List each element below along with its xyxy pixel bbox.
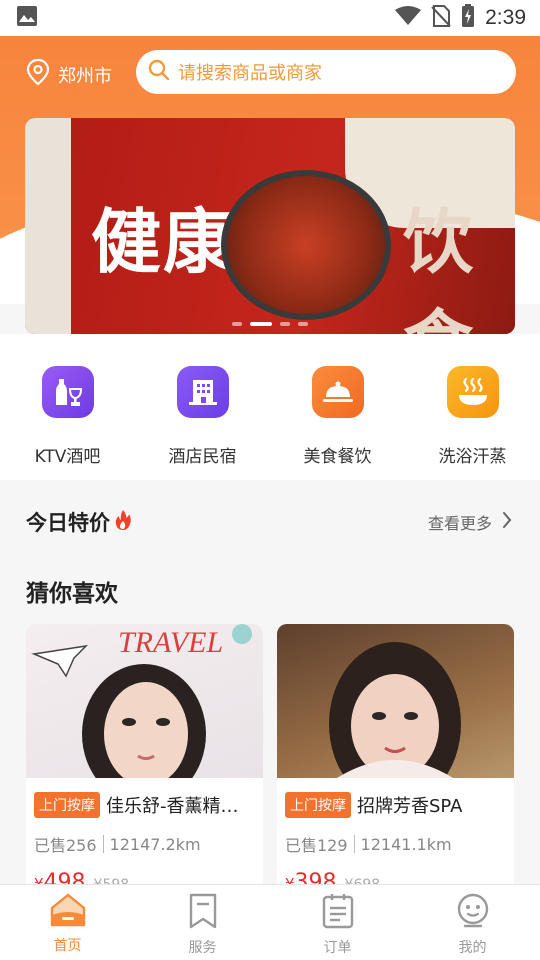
clock: 2:39 [485,6,526,29]
hotel-icon [176,366,229,418]
banner-headline-left: 健康 [91,205,235,282]
service-card[interactable]: TRAVEL 上门按摩 佳乐舒-香薰精油… 已售256 12147.2km 49… [26,624,263,914]
tab-profile[interactable]: 我的 [405,885,540,960]
service-photo [277,624,514,778]
category-hotel[interactable]: 酒店民宿 [135,334,270,480]
service-title-row: 上门按摩 招牌芳香SPA [285,792,506,818]
category-label: KTV酒吧 [34,447,101,467]
search-placeholder: 请搜索商品或商家 [178,63,322,84]
chevron-right-icon [502,511,512,533]
pager-dot[interactable] [298,322,308,326]
city-label: 郑州市 [58,65,112,87]
tab-home[interactable]: 首页 [0,885,135,960]
bath-icon [446,366,499,418]
meta-divider [102,835,104,853]
bottom-tab-bar: 首页 服务 订单 我的 [0,884,540,960]
service-name: 招牌芳香SPA [357,796,463,817]
guess-you-like-title: 猜你喜欢 [26,581,118,607]
category-label: 洗浴汗蒸 [438,447,507,467]
wine-icon [41,366,94,418]
service-meta: 已售256 12147.2km [34,832,255,856]
today-deals-header: 今日特价 查看更多 [0,492,540,552]
banner-headline-right: 饮食 [403,205,473,334]
tab-label: 订单 [323,940,352,956]
promo-banner[interactable]: 健康 饮食 [25,118,515,334]
tab-orders[interactable]: 订单 [270,885,405,960]
distance: 12147.2km [109,834,201,854]
bookmark-icon [186,893,220,933]
service-tag: 上门按摩 [285,792,351,818]
location-selector[interactable]: 郑州市 [26,58,112,91]
category-label: 酒店民宿 [168,447,237,467]
sold-count: 已售256 [34,836,97,855]
distance: 12141.1km [360,834,452,854]
service-photo: TRAVEL [26,624,263,778]
dish-icon [311,366,364,418]
today-deals-title: 今日特价 [26,507,132,537]
home-icon [49,893,87,931]
category-ktv[interactable]: KTV酒吧 [0,334,135,480]
service-tag: 上门按摩 [34,792,100,818]
tab-label: 我的 [458,940,487,956]
tab-service[interactable]: 服务 [135,885,270,960]
image-notification-icon [16,5,38,31]
banner-pager [25,322,515,326]
category-bath[interactable]: 洗浴汗蒸 [405,334,540,480]
status-bar: 2:39 [0,0,540,36]
today-deals-label: 今日特价 [26,511,110,535]
search-input[interactable]: 请搜索商品或商家 [136,50,516,94]
meta-divider [353,835,355,853]
battery-charging-icon [461,4,475,32]
service-card[interactable]: 上门按摩 招牌芳香SPA 已售129 12141.1km ¥398 ¥698 [277,624,514,914]
category-grid: KTV酒吧 酒店民宿 美食餐饮 洗浴汗蒸 [0,334,540,480]
service-meta: 已售129 12141.1km [285,832,506,856]
svg-text:TRAVEL: TRAVEL [118,626,223,659]
hotpot-image [221,170,391,320]
sold-count: 已售129 [285,836,348,855]
banner-side-strip [25,118,71,334]
pager-dot[interactable] [232,322,242,326]
search-icon [148,59,170,86]
wifi-icon [395,6,422,30]
fire-icon [114,509,132,536]
order-icon [321,893,355,933]
no-sim-icon [431,5,451,31]
category-food[interactable]: 美食餐饮 [270,334,405,480]
category-label: 美食餐饮 [303,447,372,467]
location-pin-icon [26,58,50,91]
service-name: 佳乐舒-香薰精油… [106,796,255,817]
tab-label: 首页 [53,938,82,954]
service-info: 上门按摩 佳乐舒-香薰精油… 已售256 12147.2km ¥498 ¥598 [26,778,263,895]
pager-dot-active[interactable] [250,322,272,326]
view-more-link[interactable]: 查看更多 [428,510,512,534]
profile-icon [455,893,491,933]
app-screen: 2:39 郑州市 请搜索商品或商家 健康 饮食 [0,0,540,960]
tab-label: 服务 [188,940,217,956]
service-title-row: 上门按摩 佳乐舒-香薰精油… [34,792,255,818]
service-info: 上门按摩 招牌芳香SPA 已售129 12141.1km ¥398 ¥698 [277,778,514,895]
view-more-label: 查看更多 [427,514,492,533]
pager-dot[interactable] [280,322,290,326]
